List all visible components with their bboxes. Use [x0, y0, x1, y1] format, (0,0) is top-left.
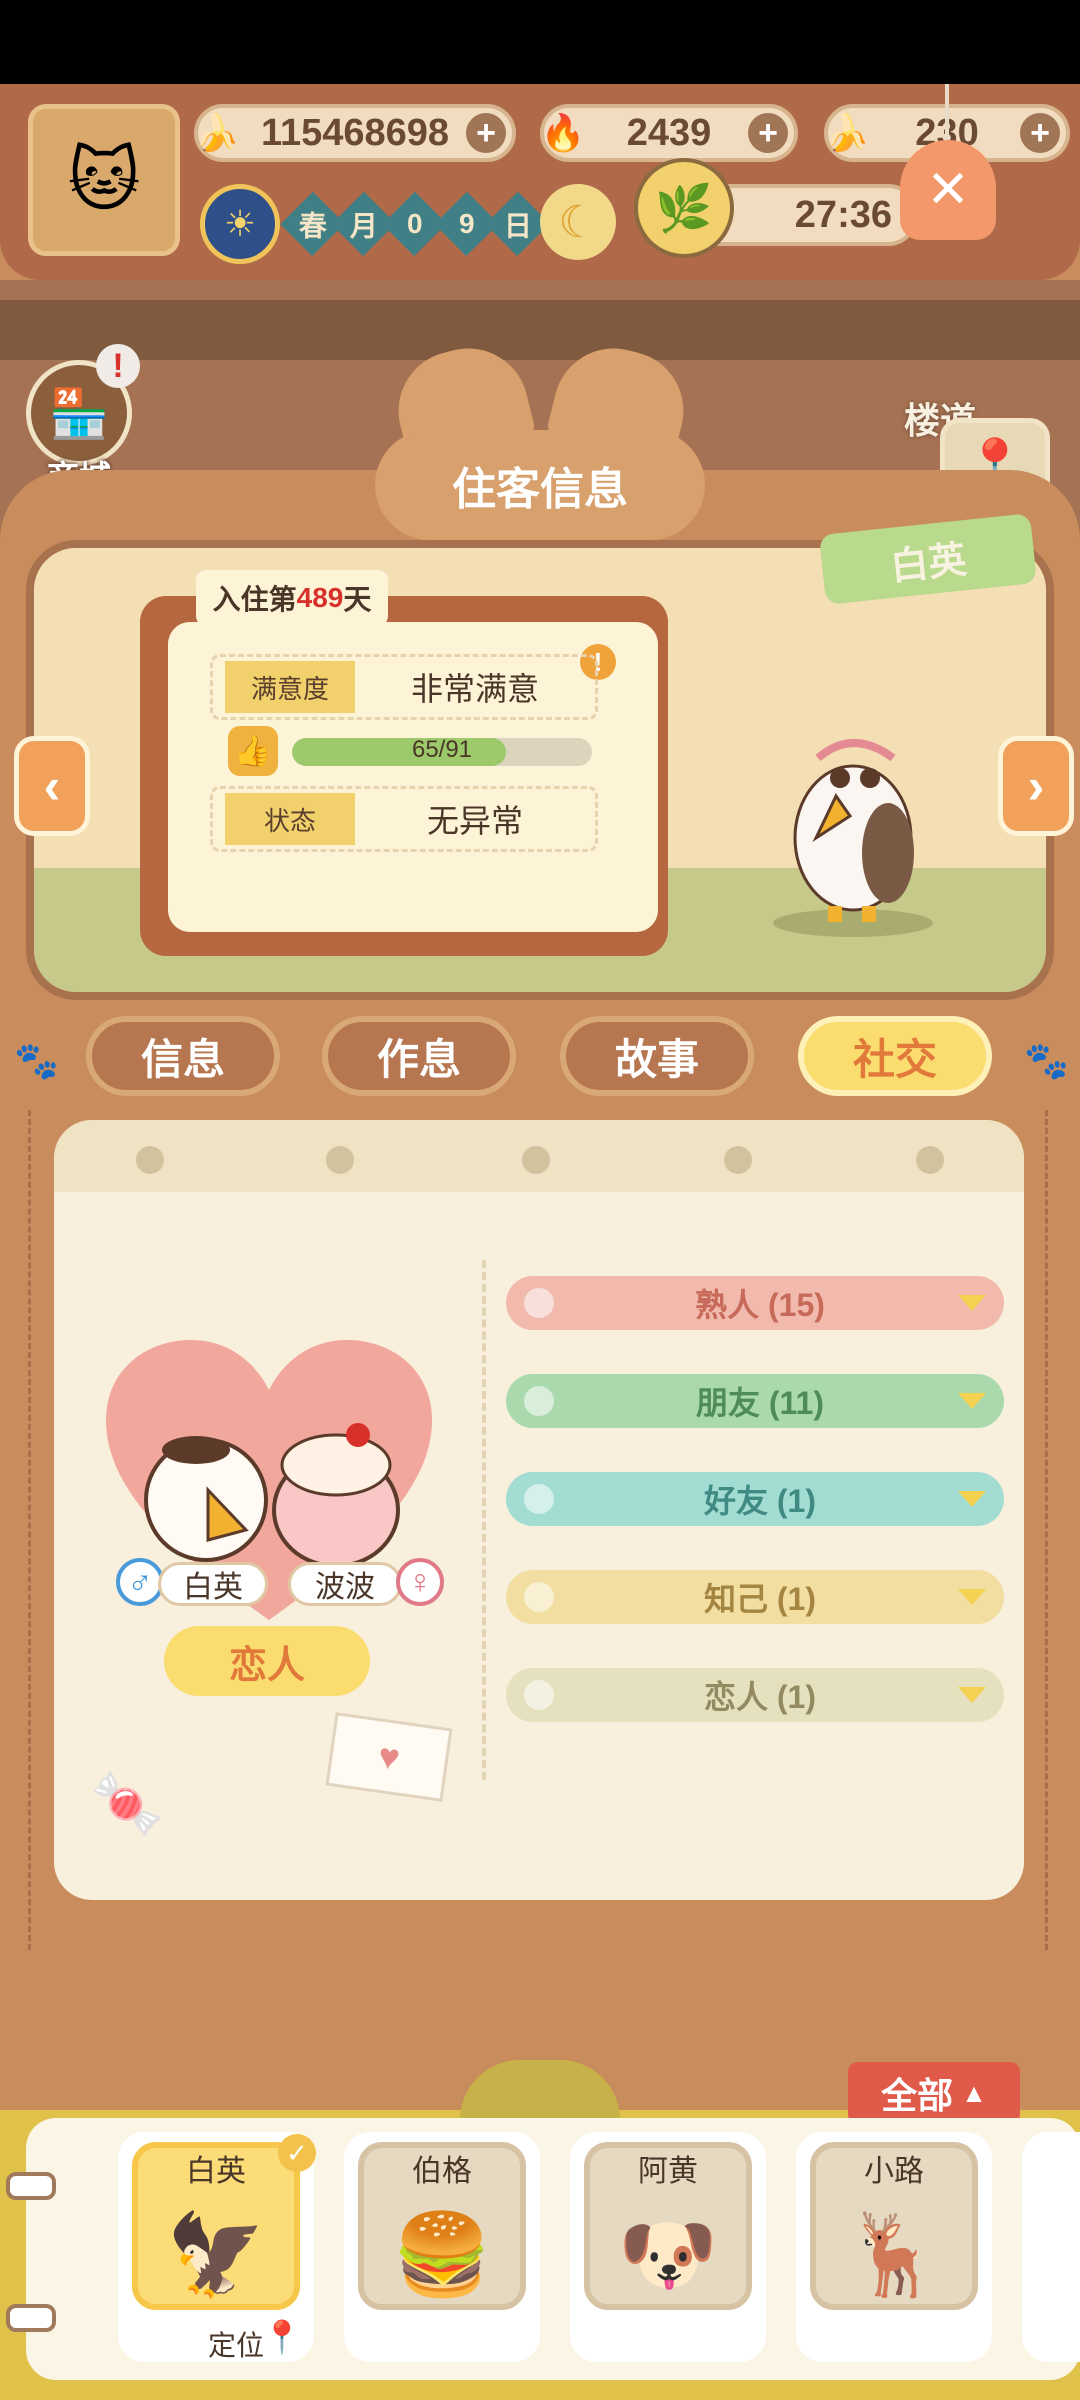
tab-schedule[interactable]: 作息 [322, 1016, 516, 1096]
season-clock-icon: ☀ [200, 184, 280, 264]
male-icon: ♂ [116, 1558, 164, 1606]
puppy-icon: 🐶 [618, 2210, 718, 2299]
close-icon[interactable]: ✕ [900, 140, 996, 240]
burger-icon: 🍔 [392, 2210, 492, 2299]
status-value: 无异常 [426, 803, 523, 839]
tab-info[interactable]: 信息 [86, 1016, 280, 1096]
eagle-icon: 🦅 [166, 2210, 266, 2299]
plant-pot-icon: 🌿 [634, 158, 734, 258]
resident-card-xiaolu[interactable]: 🦌 小路 [796, 2132, 992, 2362]
prev-resident-arrow[interactable]: ‹ [14, 736, 90, 836]
selected-check-icon: ✓ [278, 2134, 316, 2172]
blue-banana-icon: 🍌 [824, 112, 870, 153]
blue-flame-icon: 🔥 [540, 112, 586, 153]
next-resident-arrow[interactable]: › [998, 736, 1074, 836]
group-confidant[interactable]: 知己 (1) [506, 1570, 1004, 1624]
notebook-divider [482, 1260, 486, 1780]
satisfaction-row: 满意度 非常满意 [210, 654, 598, 720]
thumbs-up-icon: 👍 [228, 726, 278, 776]
resident-card-bogo[interactable]: 🍔 伯格 [344, 2132, 540, 2362]
status-label: 状态 [225, 793, 355, 845]
filter-all-button[interactable]: 全部 ▲ [848, 2062, 1020, 2124]
chevron-down-icon [958, 1295, 986, 1311]
reindeer-icon: 🦌 [844, 2210, 944, 2299]
candy-icon: 🍬 [90, 1770, 165, 1837]
status-bar [0, 0, 1080, 84]
status-row: 状态 无异常 [210, 786, 598, 852]
group-good-friend[interactable]: 好友 (1) [506, 1472, 1004, 1526]
chevron-down-icon [958, 1393, 986, 1409]
satisfaction-value: 非常满意 [410, 671, 539, 707]
alert-icon: ! [96, 344, 140, 388]
paw-icon-left: 🐾 [14, 1040, 59, 1081]
moon-icon: ☾ [540, 184, 616, 260]
partner-left-name: 白英 [158, 1562, 268, 1606]
resident-card-ahuang[interactable]: 🐶 阿黄 [570, 2132, 766, 2362]
chevron-down-icon [958, 1491, 986, 1507]
add-banana-button[interactable]: + [466, 113, 506, 153]
relationship-badge: 恋人 [164, 1626, 370, 1696]
days-stayed: 入住第 489 天 [196, 570, 388, 626]
binder-ring [6, 2304, 56, 2332]
notebook-binding [54, 1120, 1024, 1192]
female-icon: ♀ [396, 1558, 444, 1606]
satisfaction-progress-text: 65/91 [411, 736, 473, 763]
binder-ring [6, 2172, 56, 2200]
player-avatar[interactable]: 🐱 [28, 104, 180, 256]
banana-currency: 🍌 115468698 + [194, 104, 516, 162]
cat-avatar-icon: 🐱 [67, 141, 141, 219]
add-flame-button[interactable]: + [748, 113, 788, 153]
roster-cat-ears [460, 2060, 620, 2120]
banana-amount: 115468698 [260, 111, 450, 154]
calendar-date: 春 月 0 9 日 [280, 191, 550, 257]
tab-story[interactable]: 故事 [560, 1016, 754, 1096]
resident-character [773, 739, 933, 937]
close-string [945, 84, 949, 144]
resident-card-partial[interactable] [1022, 2132, 1080, 2362]
banana-icon: 🍌 [194, 112, 240, 153]
group-acquaintance[interactable]: 熟人 (15) [506, 1276, 1004, 1330]
flame-amount: 2439 [626, 111, 712, 154]
paw-icon-right: 🐾 [1024, 1040, 1069, 1081]
panel-title: 住客信息 [375, 430, 705, 540]
location-pin-icon[interactable]: 📍 [262, 2318, 302, 2356]
chevron-down-icon [958, 1589, 986, 1605]
partner-right-name: 波波 [288, 1562, 402, 1606]
group-lover[interactable]: 恋人 (1) [506, 1668, 1004, 1722]
satisfaction-label: 满意度 [225, 661, 355, 713]
group-friend[interactable]: 朋友 (11) [506, 1374, 1004, 1428]
flame-currency: 🔥 2439 + [540, 104, 798, 162]
chevron-down-icon [958, 1687, 986, 1703]
tab-social[interactable]: 社交 [798, 1016, 992, 1096]
add-blue-banana-button[interactable]: + [1020, 113, 1060, 153]
locate-label[interactable]: 定位 [208, 2324, 264, 2364]
